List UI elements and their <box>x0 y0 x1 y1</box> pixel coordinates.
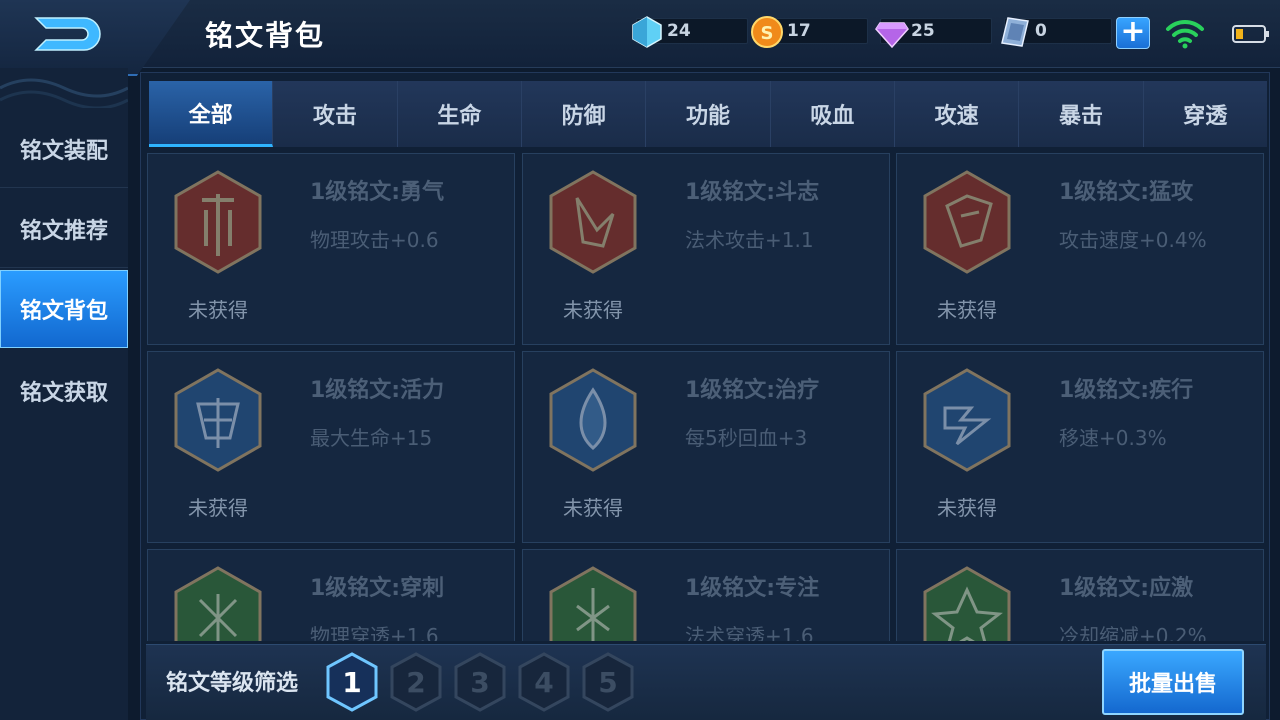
healing-rune-icon <box>549 368 637 472</box>
level-number: 3 <box>470 665 490 699</box>
vitality-rune-icon <box>174 368 262 472</box>
gem-icon <box>874 15 910 53</box>
card-name: 1级铭文:穿刺 <box>310 576 445 601</box>
fighting-spirit-rune-icon <box>549 170 637 274</box>
gold-currency: S 17 <box>751 16 868 48</box>
add-currency-button[interactable]: + <box>1116 17 1150 49</box>
level-filter-4[interactable]: 4 <box>516 651 572 713</box>
card-stat: 冷却缩减+0.2% <box>1059 624 1207 641</box>
back-arrow-icon <box>34 17 101 51</box>
tab-utility[interactable]: 功能 <box>646 81 771 147</box>
category-tabs: 全部 攻击 生命 防御 功能 吸血 攻速 暴击 穿透 <box>149 81 1267 147</box>
sidebar-item-recommend[interactable]: 铭文推荐 <box>0 190 128 268</box>
rune-card[interactable]: 未获得 1级铭文:活力 最大生命+15 <box>147 351 515 543</box>
level-filter-3[interactable]: 3 <box>452 651 508 713</box>
level-filter-label: 铭文等级筛选 <box>166 671 299 696</box>
bottom-bar: 铭文等级筛选 1 2 3 4 5 批量出售 <box>146 644 1266 720</box>
card-status: 未获得 <box>937 298 997 322</box>
diamond-icon <box>630 15 664 53</box>
rune-card[interactable]: 1级铭文:穿刺 物理穿透+1.6 <box>147 549 515 641</box>
card-stat: 攻击速度+0.4% <box>1059 228 1207 252</box>
tab-health[interactable]: 生命 <box>397 81 522 147</box>
sidebar-decoration <box>0 78 128 108</box>
main-panel: 全部 攻击 生命 防御 功能 吸血 攻速 暴击 穿透 未获得 1级铭文:勇气 物… <box>140 72 1270 720</box>
tab-attack-speed[interactable]: 攻速 <box>894 81 1020 147</box>
tab-penetration[interactable]: 穿透 <box>1143 81 1267 147</box>
sidebar-item-backpack[interactable]: 铭文背包 <box>0 270 128 348</box>
level-filter-1[interactable]: 1 <box>324 651 380 713</box>
card-name: 1级铭文:斗志 <box>685 180 820 205</box>
card-stat: 物理穿透+1.6 <box>310 624 439 641</box>
gem-currency: 25 <box>875 17 992 49</box>
courage-rune-icon <box>174 170 262 274</box>
card-name: 1级铭文:专注 <box>685 576 820 601</box>
rune-grid: 未获得 1级铭文:勇气 物理攻击+0.6 未获得 1级铭文:斗志 法术攻击+1.… <box>147 153 1265 641</box>
batch-sell-button[interactable]: 批量出售 <box>1102 649 1244 715</box>
gold-coin-icon: S <box>750 15 784 53</box>
rune-card[interactable]: 未获得 1级铭文:斗志 法术攻击+1.1 <box>522 153 890 345</box>
tab-all[interactable]: 全部 <box>149 81 274 147</box>
level-number: 5 <box>598 665 618 699</box>
sidebar: 铭文装配 铭文推荐 铭文背包 铭文获取 <box>0 68 128 720</box>
card-name: 1级铭文:勇气 <box>310 180 445 205</box>
card-stat: 每5秒回血+3 <box>685 426 808 450</box>
card-status: 未获得 <box>188 298 248 322</box>
card-name: 1级铭文:活力 <box>310 378 445 403</box>
tab-attack[interactable]: 攻击 <box>273 81 398 147</box>
stress-rune-icon <box>923 566 1011 641</box>
card-stat: 法术穿透+1.6 <box>685 624 814 641</box>
tab-critical[interactable]: 暴击 <box>1019 81 1144 147</box>
card-name: 1级铭文:疾行 <box>1059 378 1194 403</box>
rune-card[interactable]: 未获得 1级铭文:猛攻 攻击速度+0.4% <box>896 153 1264 345</box>
level-number: 4 <box>534 665 554 699</box>
assault-rune-icon <box>923 170 1011 274</box>
level-number: 1 <box>342 665 362 699</box>
tab-defense[interactable]: 防御 <box>521 81 647 147</box>
card-status: 未获得 <box>937 496 997 520</box>
swift-rune-icon <box>923 368 1011 472</box>
level-filter-5[interactable]: 5 <box>580 651 636 713</box>
level-number: 2 <box>406 665 426 699</box>
card-name: 1级铭文:应激 <box>1059 576 1194 601</box>
focus-rune-icon <box>549 566 637 641</box>
diamond-currency: 24 <box>632 16 748 48</box>
wifi-icon <box>1165 18 1205 54</box>
card-stat: 移速+0.3% <box>1059 426 1167 450</box>
sidebar-item-acquire[interactable]: 铭文获取 <box>0 352 128 430</box>
battery-icon <box>1232 24 1272 48</box>
card-status: 未获得 <box>563 496 623 520</box>
card-status: 未获得 <box>188 496 248 520</box>
card-currency: 0 <box>1001 17 1112 47</box>
sidebar-item-equip[interactable]: 铭文装配 <box>0 110 128 188</box>
back-button[interactable] <box>0 0 190 76</box>
page-title: 铭文背包 <box>205 19 326 52</box>
card-stat: 物理攻击+0.6 <box>310 228 439 252</box>
pierce-rune-icon <box>174 566 262 641</box>
top-bar: 铭文背包 24 S 17 25 0 + <box>0 0 1280 76</box>
rune-card[interactable]: 未获得 1级铭文:治疗 每5秒回血+3 <box>522 351 890 543</box>
svg-text:S: S <box>761 23 774 44</box>
rune-card[interactable]: 1级铭文:专注 法术穿透+1.6 <box>522 549 890 641</box>
card-status: 未获得 <box>563 298 623 322</box>
card-stat: 最大生命+15 <box>310 426 433 450</box>
level-filter-2[interactable]: 2 <box>388 651 444 713</box>
tab-lifesteal[interactable]: 吸血 <box>770 81 895 147</box>
card-name: 1级铭文:猛攻 <box>1059 180 1194 205</box>
card-stat: 法术攻击+1.1 <box>685 228 814 252</box>
card-name: 1级铭文:治疗 <box>685 378 820 403</box>
card-icon <box>998 15 1032 53</box>
rune-card[interactable]: 1级铭文:应激 冷却缩减+0.2% <box>896 549 1264 641</box>
rune-card[interactable]: 未获得 1级铭文:勇气 物理攻击+0.6 <box>147 153 515 345</box>
rune-card[interactable]: 未获得 1级铭文:疾行 移速+0.3% <box>896 351 1264 543</box>
